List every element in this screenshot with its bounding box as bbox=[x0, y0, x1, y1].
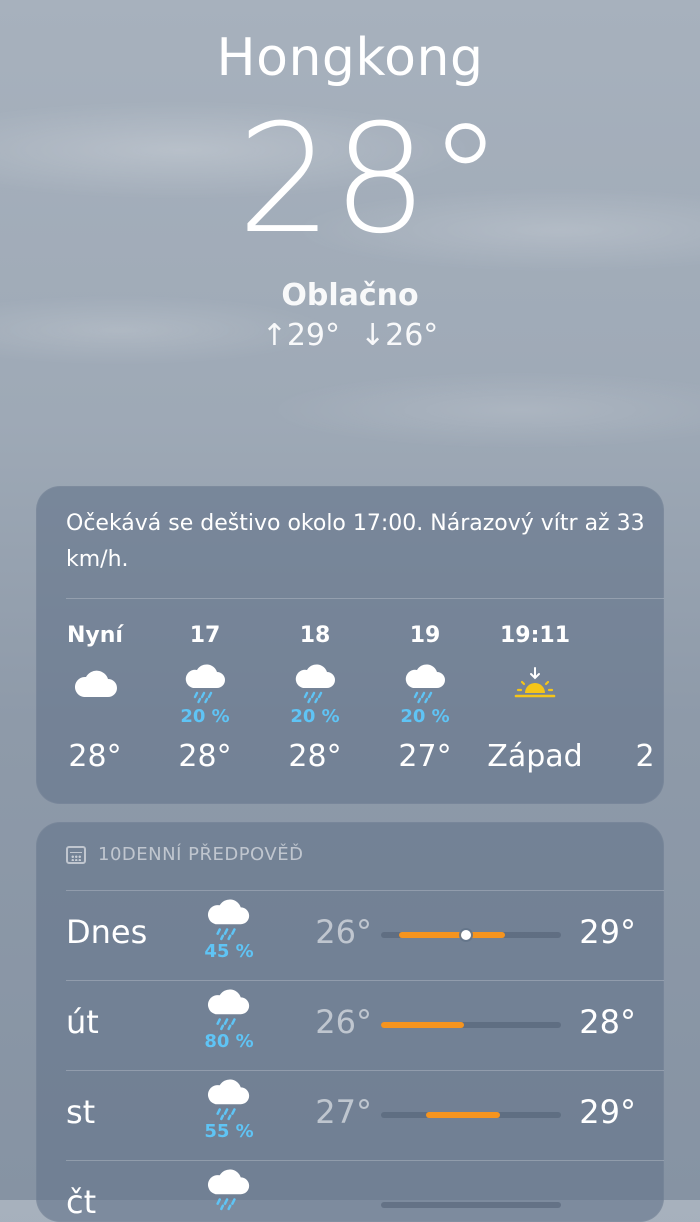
forecast-day-row[interactable]: čt bbox=[36, 1161, 664, 1222]
precipitation-chance: 20 % bbox=[180, 706, 230, 727]
forecast-header: 10DENNÍ PŘEDPOVĚĎ bbox=[66, 844, 303, 865]
blank-icon bbox=[590, 662, 664, 706]
hourly-item: 2 bbox=[590, 618, 664, 782]
ten-day-forecast-card[interactable]: 10DENNÍ PŘEDPOVĚĎ Dnes 45 % 26° 29° út 8… bbox=[36, 822, 664, 1222]
day-label: st bbox=[66, 1093, 96, 1131]
cloud-rain-icon bbox=[200, 989, 256, 1031]
precipitation-chance: 20 % bbox=[290, 706, 340, 727]
divider bbox=[66, 598, 664, 599]
high-low-temps: ↑29° ↓26° bbox=[0, 318, 700, 353]
weather-condition: Oblačno bbox=[281, 278, 419, 313]
sunset-icon bbox=[480, 662, 590, 706]
precipitation-chance bbox=[480, 706, 590, 728]
current-temperature: 28° bbox=[237, 93, 503, 267]
day-label: út bbox=[66, 1003, 99, 1041]
hour-label: Nyní bbox=[67, 623, 123, 648]
hourly-item: 19:11 Západ bbox=[480, 618, 590, 782]
temperature-range-bar bbox=[381, 1202, 561, 1208]
calendar-icon bbox=[66, 845, 86, 864]
high-temp: ↑29° bbox=[261, 318, 340, 353]
cloud-rain-icon bbox=[260, 662, 370, 706]
hourly-item: 17 20 % 28° bbox=[150, 618, 260, 782]
precipitation-chance: 45 % bbox=[204, 941, 254, 962]
hour-temperature: 28° bbox=[68, 739, 122, 774]
low-temp: 27° bbox=[315, 1093, 372, 1131]
cloud-rain-icon bbox=[200, 1079, 256, 1121]
hour-temperature: Západ bbox=[487, 739, 583, 774]
day-label: Dnes bbox=[66, 913, 148, 951]
temperature-range-bar bbox=[381, 1112, 561, 1118]
hour-label: 19:11 bbox=[499, 623, 571, 648]
low-temp: 26° bbox=[315, 913, 372, 951]
temperature-range-fill bbox=[381, 1022, 464, 1028]
low-temp: ↓26° bbox=[360, 318, 439, 353]
cloud-rain-icon bbox=[370, 662, 480, 706]
forecast-title: 10DENNÍ PŘEDPOVĚĎ bbox=[98, 844, 304, 865]
city-name: Hongkong bbox=[216, 28, 484, 88]
high-temp: 29° bbox=[579, 1093, 636, 1131]
forecast-day-row[interactable]: st 55 % 27° 29° bbox=[36, 1071, 664, 1161]
current-temp-marker bbox=[460, 930, 471, 940]
hour-label: 18 bbox=[299, 623, 331, 648]
cloud-rain-icon bbox=[150, 662, 260, 706]
hourly-forecast-card[interactable]: Očekává se deštivo okolo 17:00. Nárazový… bbox=[36, 486, 664, 804]
weather-summary: Očekává se deštivo okolo 17:00. Nárazový… bbox=[66, 511, 645, 572]
hour-temperature: 2 bbox=[635, 739, 655, 774]
hour-label: 17 bbox=[189, 623, 221, 648]
forecast-day-row[interactable]: út 80 % 26° 28° bbox=[36, 981, 664, 1071]
precipitation-chance bbox=[40, 706, 150, 728]
temperature-range-bar bbox=[381, 1022, 561, 1028]
forecast-day-row[interactable]: Dnes 45 % 26° 29° bbox=[36, 891, 664, 981]
hourly-item: Nyní 28° bbox=[40, 618, 150, 782]
day-label: čt bbox=[66, 1183, 97, 1221]
temperature-range-fill bbox=[399, 932, 506, 938]
high-temp: 29° bbox=[579, 913, 636, 951]
cloud-rain-icon bbox=[200, 899, 256, 941]
precipitation-chance bbox=[590, 706, 664, 728]
hourly-item: 18 20 % 28° bbox=[260, 618, 370, 782]
hourly-item: 19 20 % 27° bbox=[370, 618, 480, 782]
hour-temperature: 28° bbox=[178, 739, 232, 774]
cloud-icon bbox=[40, 662, 150, 706]
hour-label bbox=[590, 618, 664, 654]
hourly-strip[interactable]: Nyní 28° 17 20 % 28° 18 20 % 28° 19 20 %… bbox=[36, 618, 664, 798]
hour-temperature: 28° bbox=[288, 739, 342, 774]
hour-temperature: 27° bbox=[398, 739, 452, 774]
precipitation-chance: 20 % bbox=[400, 706, 450, 727]
high-temp: 28° bbox=[579, 1003, 636, 1041]
cloud-rain-icon bbox=[200, 1169, 256, 1211]
precipitation-chance: 55 % bbox=[204, 1121, 254, 1142]
temperature-range-bar bbox=[381, 930, 561, 940]
hour-label: 19 bbox=[409, 623, 441, 648]
precipitation-chance: 80 % bbox=[204, 1031, 254, 1052]
low-temp: 26° bbox=[315, 1003, 372, 1041]
temperature-range-fill bbox=[426, 1112, 500, 1118]
